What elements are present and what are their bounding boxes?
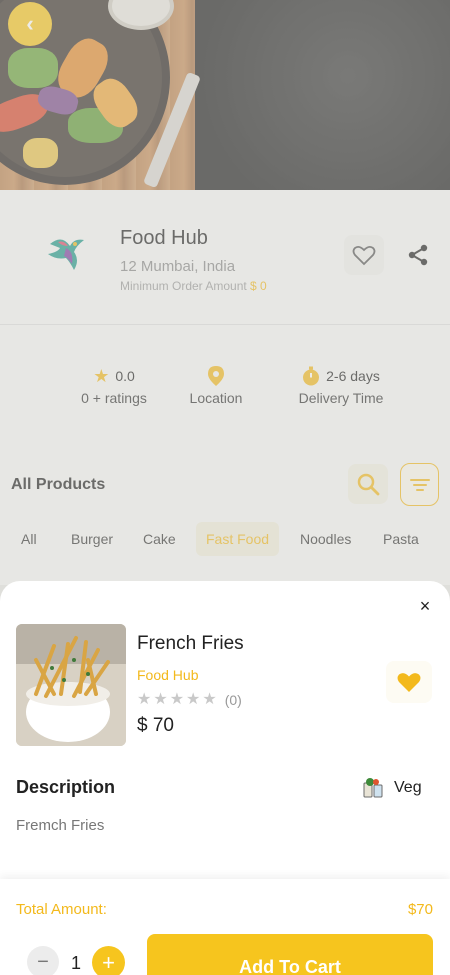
description-title: Description <box>16 777 116 797</box>
product-image <box>16 624 126 746</box>
minus-icon: − <box>37 950 49 973</box>
plus-icon: + <box>102 949 115 975</box>
close-button[interactable]: × <box>414 595 436 617</box>
close-icon: × <box>419 595 431 616</box>
star-icon: ★ <box>153 691 168 708</box>
product-price: $ 70 <box>137 715 174 736</box>
rating-count: (0) <box>224 692 242 708</box>
product-store-name[interactable]: Food Hub <box>137 667 198 683</box>
product-name: French Fries <box>137 633 244 654</box>
increase-quantity-button[interactable]: + <box>92 946 125 975</box>
add-to-cart-button[interactable]: Add To Cart <box>147 934 433 975</box>
star-icon: ★ <box>169 691 185 708</box>
description-text: Fremch Fries <box>16 817 105 834</box>
total-amount-value: $70 <box>407 901 433 918</box>
quantity-value: 1 <box>70 953 81 973</box>
product-rating: ★ ★ ★ ★ ★ (0) <box>137 691 242 709</box>
decrease-quantity-button[interactable]: − <box>27 946 59 975</box>
heart-filled-icon <box>397 673 421 692</box>
star-icon: ★ <box>202 691 217 708</box>
star-icon: ★ <box>186 691 201 708</box>
food-type: Veg <box>362 777 422 799</box>
product-detail-sheet: × French Fries Food Hub ★ ★ ★ ★ ★ (0) $ … <box>0 581 450 975</box>
star-icon: ★ <box>137 691 152 708</box>
wishlist-button[interactable] <box>386 661 432 703</box>
veg-icon <box>363 778 383 798</box>
cart-footer: Total Amount: $70 − 1 + Add To Cart <box>0 879 450 975</box>
total-amount-label: Total Amount: <box>16 901 107 918</box>
food-type-label: Veg <box>394 779 422 796</box>
